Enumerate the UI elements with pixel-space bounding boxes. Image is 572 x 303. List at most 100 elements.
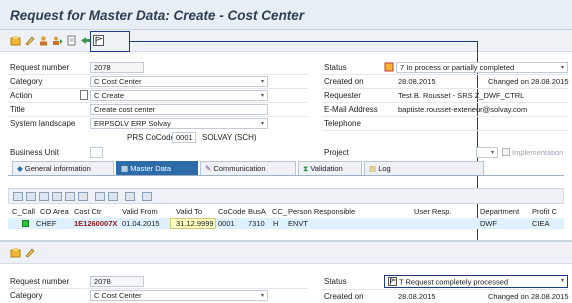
col-header[interactable]: Department (480, 207, 519, 216)
chevron-down-icon: ▾ (260, 293, 264, 299)
cell-call: CHEF (36, 219, 57, 228)
cell-cc: H (273, 219, 279, 228)
action-value: C Create (94, 91, 125, 100)
cell-department: DWF (480, 219, 498, 228)
sort-descending-icon[interactable] (39, 192, 49, 201)
tab-general-information[interactable]: ◆ General information (12, 161, 114, 175)
email-label: E-Mail Address (324, 105, 378, 114)
bottom-toolbar (0, 242, 572, 264)
col-header[interactable]: Cost Ctr (74, 207, 102, 216)
document-icon[interactable] (66, 35, 77, 46)
chevron-down-icon: ▾ (260, 93, 264, 99)
communication-icon: ✎ (205, 164, 212, 173)
status-select[interactable]: T Request completely processed ▾ (384, 275, 568, 288)
find-icon[interactable] (52, 192, 62, 201)
requester-value: Test B. Rousset - SRS Z_DWF_CTRL (398, 91, 525, 100)
chevron-down-icon: ▾ (490, 150, 494, 156)
connector-line-horizontal (130, 41, 478, 42)
implementation-checkbox[interactable] (502, 148, 510, 156)
save-icon[interactable] (10, 35, 21, 46)
created-on-label: Created on (324, 292, 364, 301)
title-field[interactable]: Create cost center (90, 104, 268, 115)
col-header[interactable]: Call (22, 207, 35, 216)
category-value: C Cost Center (94, 291, 142, 300)
system-landscape-select[interactable]: ERPSOLV ERP Solvay ▾ (90, 118, 268, 129)
row-divider (322, 102, 568, 103)
row-divider (322, 88, 568, 89)
col-header[interactable]: Profit C (532, 207, 557, 216)
request-number-field[interactable]: 2078 (90, 276, 144, 287)
tab-communication[interactable]: ✎ Communication (200, 161, 296, 175)
diamond-icon: ◆ (17, 164, 23, 173)
prs-cocode-text: SOLVAY (SCH) (202, 133, 257, 142)
request-number-field[interactable]: 2078 (90, 62, 144, 73)
telephone-label: Telephone (324, 119, 361, 128)
changed-on-value: Changed on 28.08.2015 (488, 77, 569, 86)
project-label: Project (324, 148, 349, 157)
changed-on-value: Changed on 28.08.2015 (488, 292, 569, 301)
table-icon: ▦ (121, 164, 129, 173)
business-unit-field[interactable] (90, 147, 103, 158)
request-number-label: Request number (10, 63, 70, 72)
toolbar-highlight-box (90, 31, 130, 52)
category-select[interactable]: C Cost Center ▾ (90, 76, 268, 87)
page-title: Request for Master Data: Create - Cost C… (10, 8, 305, 23)
edit-icon[interactable] (24, 247, 35, 258)
action-label: Action (10, 91, 33, 100)
cell-profit: CIEA (532, 219, 550, 228)
log-icon: ▤ (369, 164, 377, 173)
tab-log[interactable]: ▤ Log (364, 161, 484, 175)
filter-options-icon[interactable] (78, 192, 88, 201)
save-icon[interactable] (10, 247, 21, 258)
action-select[interactable]: C Create ▾ (90, 90, 268, 101)
filter-icon[interactable] (65, 192, 75, 201)
project-select[interactable]: ▾ (476, 147, 498, 158)
requester-label: Requester (324, 91, 361, 100)
status-edit-icon (384, 62, 394, 74)
col-header[interactable]: CoCode (218, 207, 246, 216)
document-icon (80, 90, 88, 102)
prs-cocode-field[interactable]: 0001 (172, 132, 196, 143)
sort-ascending-icon[interactable] (26, 192, 36, 201)
print-icon[interactable] (95, 192, 105, 201)
tab-strip: ◆ General information ▦ Master Data ✎ Co… (8, 161, 564, 176)
tab-label: Master Data (130, 164, 172, 173)
tab-label: General information (24, 164, 91, 173)
col-header[interactable]: BusA (248, 207, 266, 216)
details-icon[interactable] (13, 192, 23, 201)
status-label: Status (324, 277, 347, 286)
col-header[interactable]: C_ (12, 207, 22, 216)
row-divider (8, 88, 308, 89)
col-header[interactable]: CO Area (40, 207, 69, 216)
cell-person: ENVT (288, 219, 309, 228)
col-header[interactable]: Valid From (122, 207, 158, 216)
edit-icon[interactable] (24, 35, 35, 46)
col-header[interactable]: Valid To (176, 207, 202, 216)
status-select[interactable]: 7 In process or partially completed ▾ (396, 62, 568, 73)
email-value: baptiste.rousset-exterieur@solvay.com (398, 105, 528, 114)
row-divider (322, 74, 568, 75)
tab-validation[interactable]: ⧗ Validation (298, 161, 362, 175)
col-header[interactable]: CC_ (272, 207, 287, 216)
export-icon[interactable] (125, 192, 135, 201)
tab-master-data[interactable]: ▦ Master Data (116, 161, 198, 175)
status-green-icon (22, 220, 29, 227)
col-header[interactable]: User Resp. (414, 207, 452, 216)
tab-label: Validation (310, 164, 343, 173)
row-divider (8, 116, 308, 117)
layout-icon[interactable] (142, 192, 152, 201)
chevron-down-icon: ▾ (560, 65, 564, 71)
tab-label: Log (378, 164, 391, 173)
category-select[interactable]: C Cost Center ▾ (90, 290, 268, 301)
created-on-value: 28.08.2015 (398, 292, 436, 301)
sum-icon[interactable] (108, 192, 118, 201)
assign-user-icon[interactable] (52, 35, 63, 46)
col-header[interactable]: Person Responsible (288, 207, 355, 216)
validation-icon: ⧗ (303, 164, 309, 173)
tab-label: Communication (213, 164, 266, 173)
chevron-down-icon: ▾ (560, 278, 564, 284)
user-icon[interactable] (38, 35, 49, 46)
table-toolbar (8, 188, 564, 204)
status-label: Status (324, 63, 347, 72)
chevron-down-icon: ▾ (260, 79, 264, 85)
